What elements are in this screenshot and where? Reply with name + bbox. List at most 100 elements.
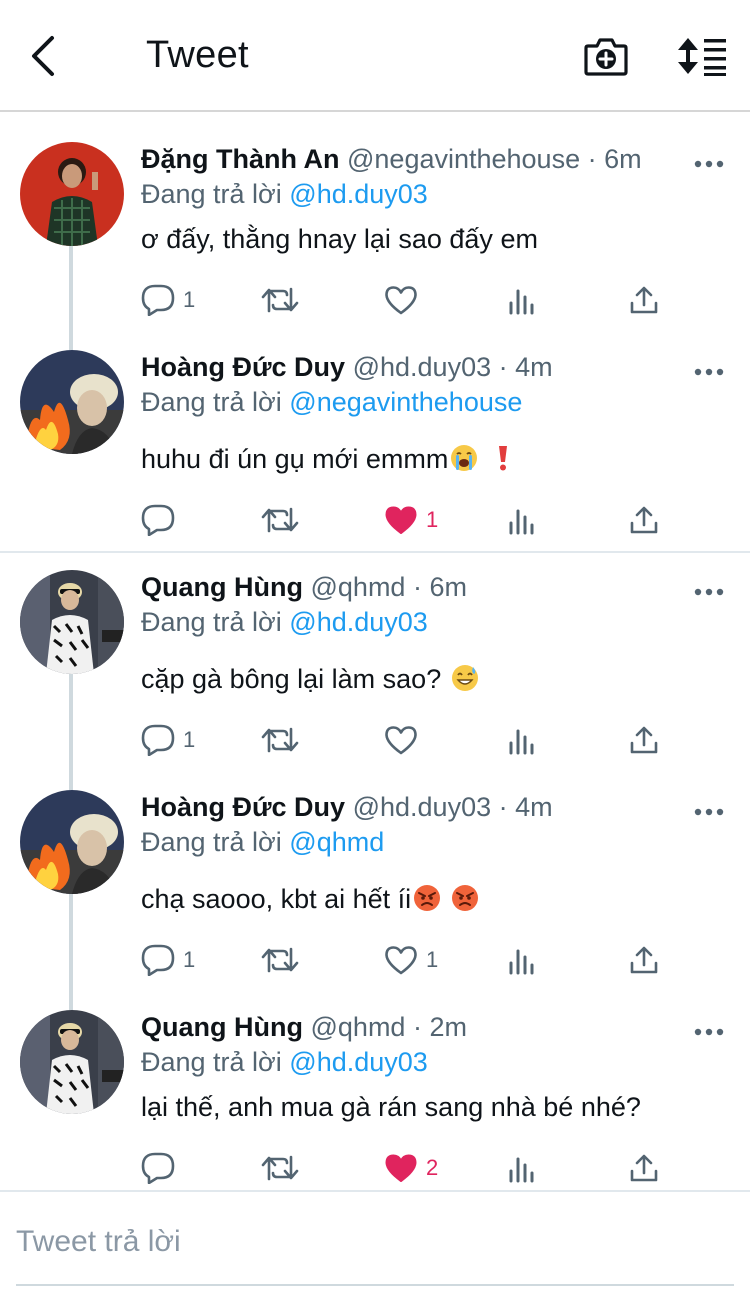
replying-label: Đang trả lời <box>141 827 282 857</box>
reply-button[interactable]: 1 <box>141 282 195 318</box>
timestamp[interactable]: 4m <box>515 352 553 382</box>
more-options-button[interactable] <box>694 1024 724 1036</box>
share-button[interactable] <box>629 722 659 758</box>
share-button[interactable] <box>629 282 659 318</box>
like-button[interactable]: 1 <box>384 502 438 538</box>
stats-button[interactable] <box>508 942 536 978</box>
tweet-header: Quang Hùng @qhmd · 2m <box>141 1011 467 1043</box>
more-options-button[interactable] <box>694 804 724 816</box>
share-button[interactable] <box>629 942 659 978</box>
retweet-button[interactable] <box>261 282 299 318</box>
grinning-sweat-emoji <box>451 664 479 700</box>
avatar[interactable] <box>20 142 124 246</box>
reply-button[interactable]: 1 <box>141 942 195 978</box>
avatar[interactable] <box>20 1010 124 1114</box>
stats-button[interactable] <box>508 722 536 758</box>
display-name[interactable]: Quang Hùng <box>141 572 303 602</box>
more-dots-icon <box>694 1028 724 1036</box>
mention-link[interactable]: @hd.duy03 <box>289 607 428 637</box>
reply-button[interactable]: 1 <box>141 722 195 758</box>
retweet-button[interactable] <box>261 502 299 538</box>
chevron-left-icon <box>32 36 54 76</box>
replying-to-line: Đang trả lời @hd.duy03 <box>141 606 428 638</box>
mention-link[interactable]: @hd.duy03 <box>289 179 428 209</box>
action-bar: 1 <box>141 502 681 538</box>
tweet-text: ơ đấy, thằng hnay lại sao đấy em <box>141 224 538 254</box>
mention-link[interactable]: @hd.duy03 <box>289 1047 428 1077</box>
display-name[interactable]: Hoàng Đức Duy <box>141 352 345 382</box>
retweet-button[interactable] <box>261 942 299 978</box>
user-handle[interactable]: @negavinthehouse <box>347 144 580 174</box>
action-bar: 2 <box>141 1150 681 1186</box>
avatar-image <box>20 790 124 894</box>
timestamp[interactable]: 4m <box>515 792 553 822</box>
like-button[interactable] <box>384 282 426 318</box>
like-button[interactable]: 2 <box>384 1150 438 1186</box>
stats-button[interactable] <box>508 502 536 538</box>
stats-button[interactable] <box>508 282 536 318</box>
retweet-button[interactable] <box>261 1150 299 1186</box>
reply-count: 1 <box>183 947 196 972</box>
tweet-text-body: cặp gà bông lại làm sao? <box>141 664 442 694</box>
stats-button[interactable] <box>508 1150 536 1186</box>
timestamp[interactable]: 2m <box>429 1012 467 1042</box>
tweet-text-body: chạ saooo, kbt ai hết íi <box>141 884 412 914</box>
share-icon <box>630 946 658 974</box>
share-icon <box>630 506 658 534</box>
like-button[interactable] <box>384 722 426 758</box>
user-handle[interactable]: @qhmd <box>311 1012 406 1042</box>
avatar[interactable] <box>20 350 124 454</box>
user-handle[interactable]: @hd.duy03 <box>353 792 492 822</box>
replying-label: Đang trả lời <box>141 607 282 637</box>
avatar[interactable] <box>20 570 124 674</box>
avatar[interactable] <box>20 790 124 894</box>
sort-button[interactable] <box>676 36 728 76</box>
heart-icon <box>385 286 417 315</box>
more-dots-icon <box>694 808 724 816</box>
retweet-button[interactable] <box>261 722 299 758</box>
more-dots-icon <box>694 588 724 596</box>
replying-to-line: Đang trả lời @qhmd <box>141 826 384 858</box>
like-button[interactable]: 1 <box>384 942 438 978</box>
share-button[interactable] <box>629 502 659 538</box>
like-count: 2 <box>426 1155 439 1180</box>
more-options-button[interactable] <box>694 584 724 596</box>
more-options-button[interactable] <box>694 364 724 376</box>
heart-filled-icon <box>385 1154 417 1182</box>
retweet-icon <box>261 1155 299 1181</box>
avatar-image <box>20 570 124 674</box>
reply-button[interactable] <box>141 502 183 538</box>
camera-button[interactable] <box>584 36 628 76</box>
mention-link[interactable]: @negavinthehouse <box>289 387 522 417</box>
separator-dot: · <box>498 352 508 382</box>
thread-connector <box>69 674 73 790</box>
user-handle[interactable]: @hd.duy03 <box>353 352 492 382</box>
reply-input[interactable] <box>16 1222 734 1262</box>
replying-to-line: Đang trả lời @hd.duy03 <box>141 1046 428 1078</box>
like-count: 1 <box>426 507 439 532</box>
like-count: 1 <box>426 947 439 972</box>
thread-connector <box>69 246 73 350</box>
timestamp[interactable]: 6m <box>429 572 467 602</box>
user-handle[interactable]: @qhmd <box>311 572 406 602</box>
tweet-header: Đặng Thành An @negavinthehouse · 6m <box>141 143 642 175</box>
display-name[interactable]: Hoàng Đức Duy <box>141 792 345 822</box>
mention-link[interactable]: @qhmd <box>289 827 384 857</box>
back-button[interactable] <box>28 34 64 78</box>
timestamp[interactable]: 6m <box>604 144 642 174</box>
tweet-header: Quang Hùng @qhmd · 6m <box>141 571 467 603</box>
more-options-button[interactable] <box>694 156 724 168</box>
bar-chart-icon <box>509 509 534 535</box>
display-name[interactable]: Quang Hùng <box>141 1012 303 1042</box>
replying-label: Đang trả lời <box>141 1047 282 1077</box>
more-dots-icon <box>694 160 724 168</box>
share-icon <box>630 726 658 754</box>
share-button[interactable] <box>629 1150 659 1186</box>
sort-icon <box>678 38 726 76</box>
reply-button[interactable] <box>141 1150 183 1186</box>
separator-dot: · <box>412 1012 422 1042</box>
loudly-crying-emoji <box>450 444 478 480</box>
tweet-text-body: huhu đi ún gụ mới emmm <box>141 444 449 474</box>
angry-face-emoji <box>413 884 441 920</box>
display-name[interactable]: Đặng Thành An <box>141 144 339 174</box>
